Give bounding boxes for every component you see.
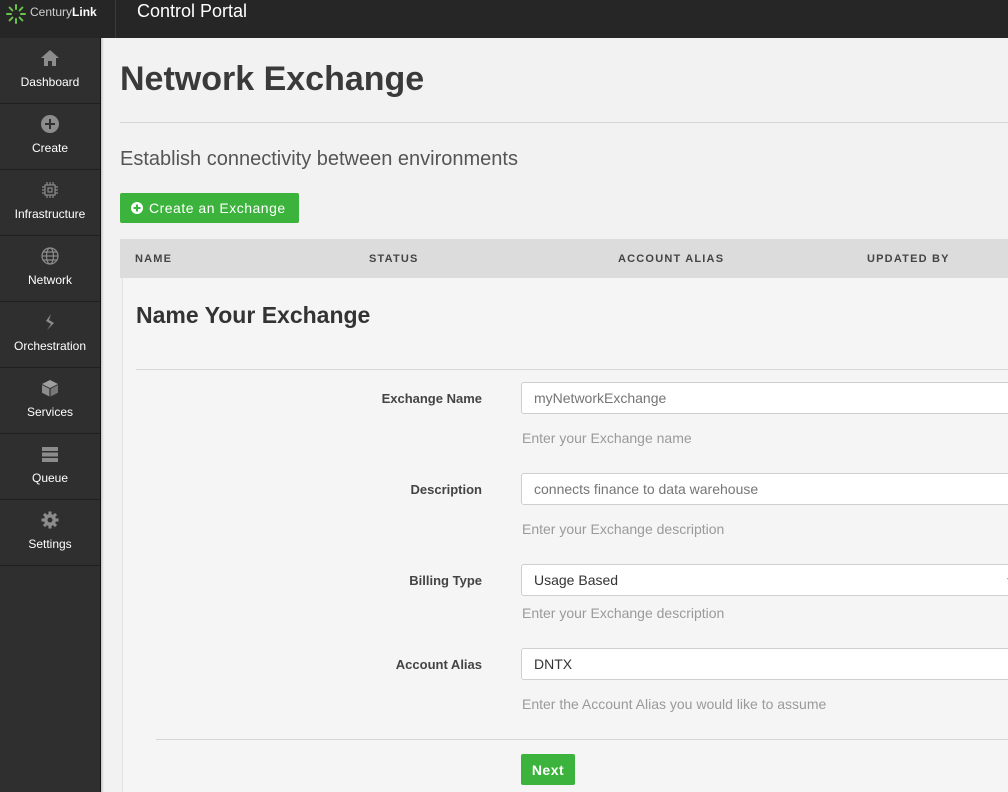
account-alias-input[interactable] <box>521 648 1008 680</box>
divider <box>156 739 1008 740</box>
sidebar-item-label: Queue <box>31 471 69 485</box>
brand[interactable]: CenturyLink <box>0 0 116 38</box>
sidebar-item-dashboard[interactable]: Dashboard <box>0 38 100 104</box>
sidebar-item-label: Orchestration <box>13 339 87 353</box>
account-alias-label: Account Alias <box>395 657 482 672</box>
cube-icon <box>42 380 58 397</box>
sidebar-item-label: Dashboard <box>20 75 80 89</box>
sidebar-item-create[interactable]: Create <box>0 104 100 170</box>
main-content: Network Exchange Establish connectivity … <box>120 38 1008 792</box>
column-header-account-alias[interactable]: ACCOUNT ALIAS <box>618 253 724 265</box>
globe-icon <box>41 247 59 265</box>
sidebar-shadow <box>100 38 104 792</box>
sidebar-item-label: Infrastructure <box>14 207 86 221</box>
description-label: Description <box>410 482 482 497</box>
brand-prefix: Century <box>30 5 73 19</box>
exchange-name-input[interactable] <box>521 382 1008 414</box>
sidebar-item-queue[interactable]: Queue <box>0 434 100 500</box>
next-button[interactable]: Next <box>521 754 575 785</box>
sidebar-item-services[interactable]: Services <box>0 368 100 434</box>
create-exchange-button[interactable]: Create an Exchange <box>120 193 299 223</box>
sidebar-item-settings[interactable]: Settings <box>0 500 100 566</box>
plus-circle-icon <box>131 202 143 214</box>
brand-suffix: Link <box>72 5 97 19</box>
chip-icon <box>42 182 58 198</box>
page-title: Network Exchange <box>120 60 425 98</box>
sidebar: Dashboard Create Infrastructure Network … <box>0 38 101 792</box>
description-helper: Enter your Exchange description <box>522 521 725 537</box>
orchestration-icon <box>46 314 54 330</box>
sidebar-item-orchestration[interactable]: Orchestration <box>0 302 100 368</box>
centurylink-logo-icon <box>6 4 26 24</box>
sidebar-item-label: Services <box>26 405 73 419</box>
exchange-name-helper: Enter your Exchange name <box>522 430 692 446</box>
create-exchange-form: Name Your Exchange Exchange Name Enter y… <box>122 278 1008 792</box>
create-exchange-label: Create an Exchange <box>149 200 286 216</box>
brand-name: CenturyLink <box>30 5 97 19</box>
column-header-status[interactable]: STATUS <box>369 253 419 265</box>
billing-type-select[interactable]: Usage Based <box>521 564 1008 596</box>
billing-type-helper: Enter your Exchange description <box>522 605 725 621</box>
billing-type-label: Billing Type <box>409 573 482 588</box>
description-input[interactable] <box>521 473 1008 505</box>
account-alias-helper: Enter the Account Alias you would like t… <box>522 696 827 712</box>
column-header-name[interactable]: NAME <box>135 253 172 265</box>
sidebar-item-infrastructure[interactable]: Infrastructure <box>0 170 100 236</box>
plus-circle-icon <box>41 115 59 133</box>
app-title: Control Portal <box>137 1 248 21</box>
sidebar-item-label: Network <box>27 273 72 287</box>
top-bar: CenturyLink Control Portal <box>0 0 1008 38</box>
exchange-name-label: Exchange Name <box>381 391 482 406</box>
table-header: NAME STATUS ACCOUNT ALIAS UPDATED BY <box>120 239 1008 278</box>
home-icon <box>41 50 59 66</box>
divider <box>120 122 1008 123</box>
sidebar-item-network[interactable]: Network <box>0 236 100 302</box>
column-header-updated-by[interactable]: UPDATED BY <box>867 253 950 265</box>
page-subtitle: Establish connectivity between environme… <box>120 148 518 170</box>
queue-icon <box>42 447 58 462</box>
form-title: Name Your Exchange <box>136 302 371 328</box>
sidebar-item-label: Settings <box>28 537 72 551</box>
gear-icon <box>41 511 59 529</box>
divider <box>136 369 1008 370</box>
sidebar-item-label: Create <box>31 141 69 155</box>
